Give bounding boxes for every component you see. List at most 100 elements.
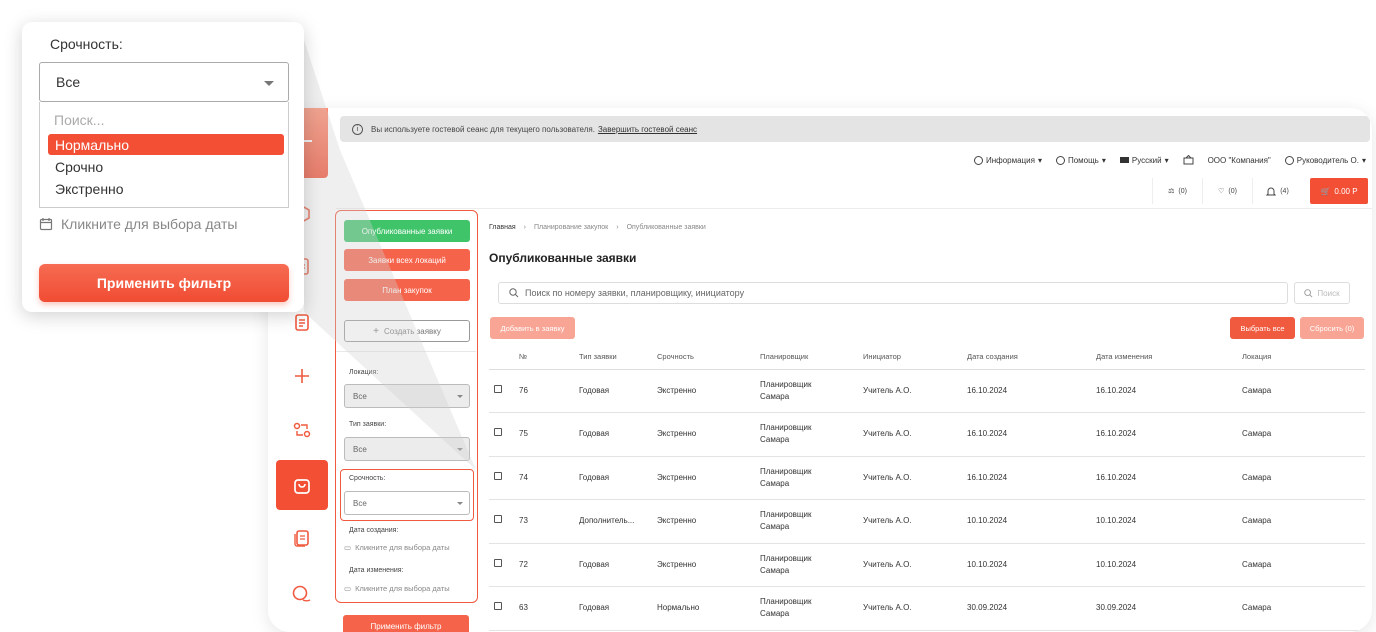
cart-total: 0.00 Р [1334,186,1358,196]
zoom-date-picker[interactable]: Кликните для выбора даты [39,216,237,232]
table-row[interactable]: 75 Годовая Экстренно Планировщик Самара Учите… [489,412,1365,457]
table-row[interactable]: 74 Годовая Экстренно Планировщик Самара Учите… [489,456,1365,500]
compare-button[interactable]: ⚖ (0) [1152,178,1202,204]
table-row[interactable]: 63 Годовая Нормально Планировщик Самара Учите… [489,586,1365,631]
planner-city: Самара [760,565,790,575]
cell-created: 16.10.2024 [967,369,1096,413]
cell-modified: 10.10.2024 [1096,499,1242,544]
column-header[interactable]: Дата создания [967,345,1096,370]
cell-created: 10.10.2024 [967,543,1096,587]
notifications-count: (4) [1280,187,1289,195]
company-menu[interactable]: ООО "Компания" [1208,156,1271,165]
column-header[interactable]: Тип заявки [579,345,657,370]
language-menu[interactable]: Русский ▾ [1119,155,1169,165]
modified-date-picker[interactable]: ▭ Кликните для выбора даты [344,584,450,593]
column-header[interactable]: Дата изменения [1096,345,1242,370]
create-request-label: Создать заявку [383,326,441,336]
basket-icon[interactable] [1183,155,1194,165]
info-menu[interactable]: Информация ▾ [973,155,1042,165]
cart-button[interactable]: 🛒 0.00 Р [1310,178,1368,204]
cell-initiator: Учитель А.О. [863,369,967,413]
language-label: Русский [1131,155,1162,165]
chat-icon[interactable] [288,580,316,608]
cell-modified: 10.10.2024 [1096,543,1242,587]
zoom-urgency-select[interactable]: Все [39,62,289,102]
cart-icon: 🛒 [1320,186,1331,196]
published-requests-button[interactable]: Опубликованные заявки [344,220,470,242]
option-emergency[interactable]: Экстренно [48,178,284,199]
info-icon [973,155,983,165]
checkbox-cell [489,456,519,500]
favorites-button[interactable]: ♡ (0) [1202,178,1252,204]
cell-planner: Планировщик Самара [760,369,863,413]
row-checkbox[interactable] [494,428,502,437]
request-type-select[interactable]: Все [344,437,470,461]
search-input[interactable]: Поиск по номеру заявки, планировщику, ин… [498,282,1288,304]
cell-location: Самара [1242,456,1365,500]
table-row[interactable]: 72 Годовая Экстренно Планировщик Самара Учите… [489,543,1365,587]
add-to-request-button[interactable]: Добавить в заявку [490,317,575,339]
row-checkbox[interactable] [494,515,502,524]
breadcrumb-home[interactable]: Главная [489,224,516,231]
end-guest-session-link[interactable]: Завершить гостевой сеанс [598,125,697,134]
row-checkbox[interactable] [494,384,502,393]
breadcrumb-planning[interactable]: Планирование закупок [534,224,608,231]
row-checkbox[interactable] [494,471,502,480]
breadcrumb-separator: › [616,224,619,231]
cell-number: 63 [519,586,579,631]
app-window: i Вы используете гостевой сеанс для теку… [268,108,1372,632]
cell-modified: 30.09.2024 [1096,586,1242,631]
user-menu[interactable]: Руководитель О. ▾ [1284,155,1366,165]
header-divider [336,208,1372,209]
notifications-button[interactable]: (4) [1252,178,1302,204]
column-header[interactable]: Инициатор [863,345,967,370]
zoom-apply-filter-button[interactable]: Применить фильтр [39,264,289,302]
created-date-picker[interactable]: ▭ Кликните для выбора даты [344,543,450,552]
help-menu[interactable]: Помощь ▾ [1055,155,1106,165]
request-type-value: Все [353,444,367,454]
cell-location: Самара [1242,543,1365,587]
location-select[interactable]: Все [344,384,470,408]
apply-filter-button[interactable]: Применить фильтр [343,615,469,632]
column-header[interactable]: Локация [1242,345,1365,370]
cell-number: 73 [519,499,579,544]
cell-modified: 16.10.2024 [1096,369,1242,413]
search-button-label: Поиск [1317,288,1340,298]
create-request-button[interactable]: + Создать заявку [344,320,470,342]
table-row[interactable]: 76 Годовая Экстренно Планировщик Самара Учите… [489,369,1365,413]
planner-name: Планировщик [760,553,812,563]
column-header[interactable]: № [519,345,579,370]
table-row[interactable]: 73 Дополнитель... Экстренно Планировщик Сама… [489,499,1365,544]
documents-icon[interactable] [288,524,316,552]
cell-location: Самара [1242,586,1365,631]
search-icon [509,288,519,298]
row-checkbox[interactable] [494,602,502,611]
exchange-icon[interactable] [288,416,316,444]
cell-type: Дополнитель... [579,499,657,544]
compare-count: (0) [1178,187,1187,195]
request-type-label: Тип заявки: [349,421,387,428]
cell-urgency: Экстренно [657,456,760,500]
column-header[interactable]: Срочность [657,345,760,370]
dropdown-search-input[interactable]: Поиск... [54,112,104,128]
chevron-down-icon [457,502,463,505]
checklist-icon[interactable] [288,308,316,336]
option-normal[interactable]: Нормально [48,134,284,155]
table-header-row: № Тип заявки Срочность Планировщик Иници… [489,345,1365,370]
option-urgent[interactable]: Срочно [48,156,284,177]
urgency-select[interactable]: Все [344,491,470,515]
search-button[interactable]: Поиск [1294,282,1350,304]
select-all-button[interactable]: Выбрать все [1230,317,1295,339]
reset-button[interactable]: Сбросить (0) [1300,317,1364,339]
top-nav: Информация ▾ Помощь ▾ Русский ▾ ООО "Ком… [973,152,1366,168]
filter-panel: Опубликованные заявки Заявки всех локаци… [335,210,478,603]
row-checkbox[interactable] [494,558,502,567]
cell-number: 76 [519,369,579,413]
purchase-plan-button[interactable]: План закупок [344,279,470,301]
all-locations-button[interactable]: Заявки всех локаций [344,249,470,271]
planner-city: Самара [760,435,790,445]
column-header[interactable]: Планировщик [760,345,863,370]
checkbox-cell [489,412,519,457]
plus-icon[interactable] [288,362,316,390]
shopping-bag-icon[interactable] [276,460,328,510]
